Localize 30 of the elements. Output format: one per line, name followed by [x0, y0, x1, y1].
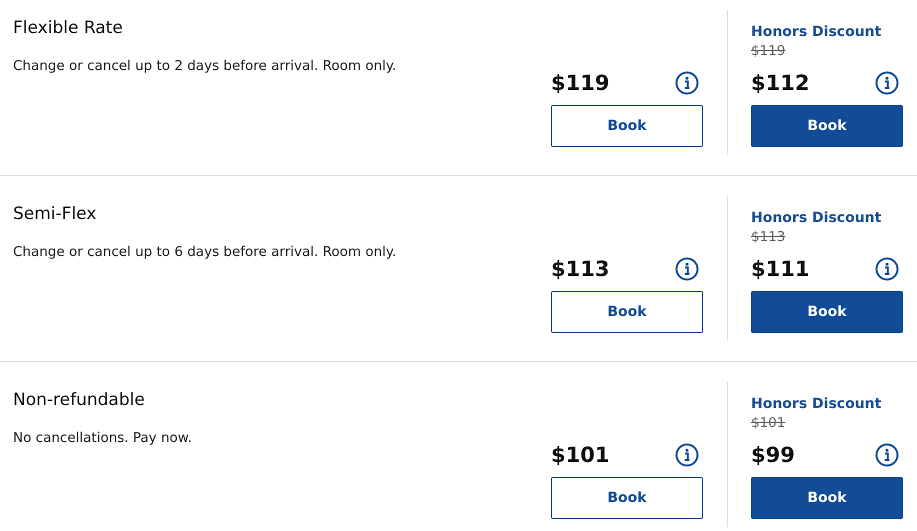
rate-title: Flexible Rate [13, 18, 124, 38]
rate-title: Non-refundable [13, 390, 146, 410]
book-button[interactable]: Book [551, 477, 703, 519]
info-icon[interactable] [875, 257, 899, 281]
discount-label: Honors Discount [751, 210, 882, 226]
rate-description: Change or cancel up to 2 days before arrival. Room only. [13, 58, 398, 76]
price: $119 [551, 71, 610, 95]
discount-label: Honors Discount [751, 396, 882, 412]
info-icon[interactable] [875, 443, 899, 467]
book-button[interactable]: Book [551, 105, 703, 147]
info-icon[interactable] [675, 71, 699, 95]
rate-description: No cancellations. Pay now. [13, 430, 193, 448]
original-price: $113 [751, 229, 786, 245]
info-icon[interactable] [875, 71, 899, 95]
discount-label: Honors Discount [751, 24, 882, 40]
discount-price: $99 [751, 443, 795, 467]
book-button[interactable]: Book [751, 291, 903, 333]
price: $113 [551, 257, 610, 281]
discount-price: $112 [751, 71, 810, 95]
info-icon[interactable] [675, 443, 699, 467]
book-button[interactable]: Book [751, 477, 903, 519]
discount-price: $111 [751, 257, 810, 281]
original-price: $101 [751, 415, 786, 431]
original-price: $119 [751, 43, 786, 59]
rate-description: Change or cancel up to 6 days before arrival. Room only. [13, 244, 398, 262]
rate-title: Semi-Flex [13, 204, 98, 224]
book-button[interactable]: Book [551, 291, 703, 333]
info-icon[interactable] [675, 257, 699, 281]
price: $101 [551, 443, 610, 467]
book-button[interactable]: Book [751, 105, 903, 147]
